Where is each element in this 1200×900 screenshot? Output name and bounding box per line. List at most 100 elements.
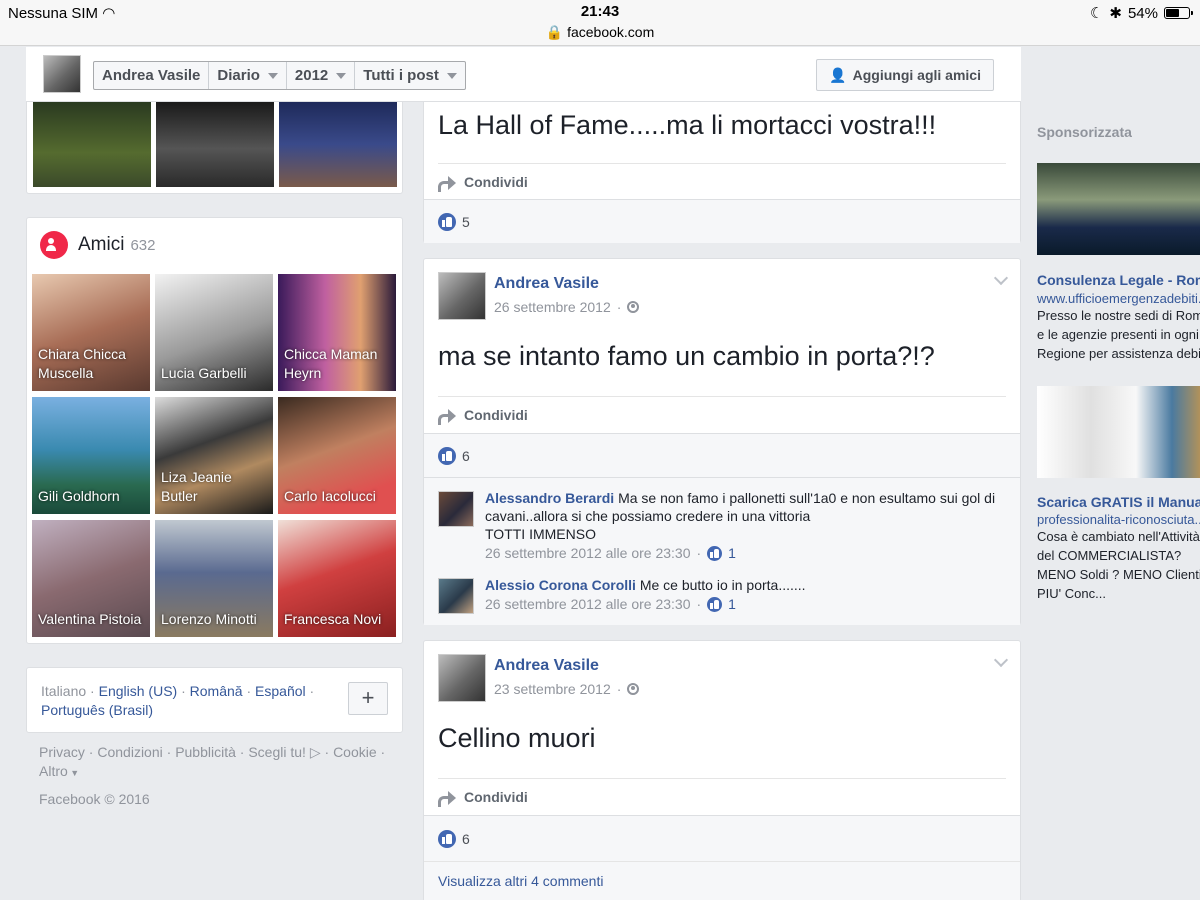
timeline-selectors: Andrea Vasile Diario 2012 Tutti i post xyxy=(93,61,466,90)
friend-name: Carlo Iacolucci xyxy=(284,488,376,504)
post-text: La Hall of Fame.....ma li mortacci vostr… xyxy=(438,110,937,140)
language-espanol[interactable]: Español xyxy=(255,683,306,699)
commenter-name[interactable]: Alessandro Berardi xyxy=(485,490,614,506)
share-button[interactable]: Condividi xyxy=(438,778,1006,814)
photo-thumbnail[interactable] xyxy=(279,102,397,187)
commenter-avatar[interactable] xyxy=(438,578,474,614)
profile-avatar[interactable] xyxy=(43,55,81,93)
language-english[interactable]: English (US) xyxy=(99,683,178,699)
footer-cookie[interactable]: Cookie xyxy=(333,744,377,760)
post: La Hall of Fame.....ma li mortacci vostr… xyxy=(423,102,1021,243)
post-author[interactable]: Andrea Vasile xyxy=(494,657,599,675)
photo-thumbnail[interactable] xyxy=(156,102,274,187)
more-languages-button[interactable]: + xyxy=(348,682,388,715)
post: Andrea Vasile 26 settembre 2012 · ma se … xyxy=(423,258,1021,625)
share-icon xyxy=(438,175,456,192)
like-icon xyxy=(438,829,456,848)
friend-tile[interactable]: Chiara Chicca Muscella xyxy=(32,274,150,391)
language-romana[interactable]: Română xyxy=(190,683,243,699)
post-author[interactable]: Andrea Vasile xyxy=(494,275,599,293)
commenter-avatar[interactable] xyxy=(438,491,474,527)
author-avatar[interactable] xyxy=(438,272,486,320)
commenter-name[interactable]: Alessio Corona Corolli xyxy=(485,577,636,593)
author-avatar[interactable] xyxy=(438,654,486,702)
status-right: ☾ ✱ 54% xyxy=(1090,4,1193,22)
ad-image[interactable] xyxy=(1037,386,1200,478)
timeline-nav: Andrea Vasile Diario 2012 Tutti i post 👤… xyxy=(26,47,1021,102)
view-more-comments-link[interactable]: Visualizza altri 4 commenti xyxy=(438,873,603,889)
caret-down-icon xyxy=(336,72,347,79)
footer-privacy[interactable]: Privacy xyxy=(39,744,85,760)
address-bar[interactable]: 🔒 facebook.com xyxy=(0,24,1200,41)
likes-row[interactable]: 5 xyxy=(424,199,1020,243)
friend-tile[interactable]: Valentina Pistoia xyxy=(32,520,150,637)
friend-name: Lucia Garbelli xyxy=(161,365,247,381)
comment-like-count[interactable]: 1 xyxy=(728,595,736,613)
comment: Alessandro Berardi Ma se non famo i pall… xyxy=(438,489,1006,569)
footer-adchoices[interactable]: Scegli tu! xyxy=(248,744,306,760)
post-timestamp[interactable]: 23 settembre 2012 · xyxy=(494,681,640,697)
year-dropdown[interactable]: 2012 xyxy=(287,62,356,89)
footer-conditions[interactable]: Condizioni xyxy=(97,744,162,760)
bluetooth-icon: ✱ xyxy=(1109,5,1122,22)
sponsored-header: Sponsorizzata xyxy=(1037,124,1132,140)
friend-tile[interactable]: Francesca Novi xyxy=(278,520,396,637)
comment-timestamp[interactable]: 26 settembre 2012 alle ore 23:30 xyxy=(485,544,690,562)
share-button[interactable]: Condividi xyxy=(438,163,1006,199)
like-count: 6 xyxy=(462,830,470,847)
lock-icon: 🔒 xyxy=(545,24,564,40)
ad-image[interactable] xyxy=(1037,163,1200,255)
post: Andrea Vasile 23 settembre 2012 · Cellin… xyxy=(423,640,1021,900)
friends-title: Amici xyxy=(78,234,125,255)
ad-url[interactable]: professionalita-riconosciuta... xyxy=(1037,512,1200,527)
caret-down-icon xyxy=(446,72,457,79)
post-text: ma se intanto famo un cambio in porta?!? xyxy=(438,341,935,371)
ad-description: Presso le nostre sedi di Roma e le agenz… xyxy=(1037,308,1200,361)
language-portugues[interactable]: Português (Brasil) xyxy=(41,702,153,718)
friend-tile[interactable]: Liza Jeanie Butler xyxy=(155,397,273,514)
comment-text: TOTTI IMMENSO xyxy=(485,526,596,542)
share-icon xyxy=(438,790,456,807)
likes-row[interactable]: 6 xyxy=(424,815,1020,861)
like-icon xyxy=(438,446,456,465)
like-icon xyxy=(707,596,723,612)
ad-title[interactable]: Scarica GRATIS il Manuale xyxy=(1037,494,1200,510)
friend-tile[interactable]: Gili Goldhorn xyxy=(32,397,150,514)
footer-ads[interactable]: Pubblicità xyxy=(175,744,236,760)
share-button[interactable]: Condividi xyxy=(438,396,1006,432)
diario-dropdown[interactable]: Diario xyxy=(209,62,287,89)
friend-tile[interactable]: Chicca Maman Heyrn xyxy=(278,274,396,391)
friend-tile[interactable]: Lucia Garbelli xyxy=(155,274,273,391)
comments-section: Alessandro Berardi Ma se non famo i pall… xyxy=(424,477,1020,625)
footer-more[interactable]: Altro xyxy=(39,763,68,779)
photos-card xyxy=(26,102,403,194)
friends-icon xyxy=(40,231,68,259)
friend-name: Francesca Novi xyxy=(284,611,382,627)
profile-name-link[interactable]: Andrea Vasile xyxy=(94,62,210,89)
like-icon xyxy=(438,212,456,231)
like-icon xyxy=(707,545,723,561)
friends-count: 632 xyxy=(130,236,156,254)
comment-timestamp[interactable]: 26 settembre 2012 alle ore 23:30 xyxy=(485,595,690,613)
battery-fill xyxy=(1166,9,1179,17)
friend-tile[interactable]: Lorenzo Minotti xyxy=(155,520,273,637)
add-friend-button[interactable]: 👤 Aggiungi agli amici xyxy=(816,59,994,91)
comment-like-count[interactable]: 1 xyxy=(728,544,736,562)
filter-dropdown[interactable]: Tutti i post xyxy=(355,62,465,89)
friends-header[interactable]: Amici 632 xyxy=(40,231,155,259)
comment-text: Me ce butto io in porta....... xyxy=(639,577,806,593)
photo-thumbnail[interactable] xyxy=(33,102,151,187)
friend-name: Valentina Pistoia xyxy=(38,611,142,627)
friend-tile[interactable]: Carlo Iacolucci xyxy=(278,397,396,514)
chevron-down-icon[interactable] xyxy=(993,652,1009,668)
chevron-down-icon[interactable] xyxy=(993,270,1009,286)
likes-row[interactable]: 6 xyxy=(424,433,1020,477)
like-count: 5 xyxy=(462,213,470,230)
post-text: Cellino muori xyxy=(438,723,596,753)
friend-name: Chicca Maman Heyrn xyxy=(284,346,378,381)
add-friend-icon: 👤 xyxy=(829,66,847,83)
ad-url[interactable]: www.ufficioemergenzadebiti. xyxy=(1037,291,1200,306)
comment: Alessio Corona Corolli Me ce butto io in… xyxy=(438,576,1006,621)
post-timestamp[interactable]: 26 settembre 2012 · xyxy=(494,299,640,315)
ad-title[interactable]: Consulenza Legale - Roma xyxy=(1037,272,1200,288)
